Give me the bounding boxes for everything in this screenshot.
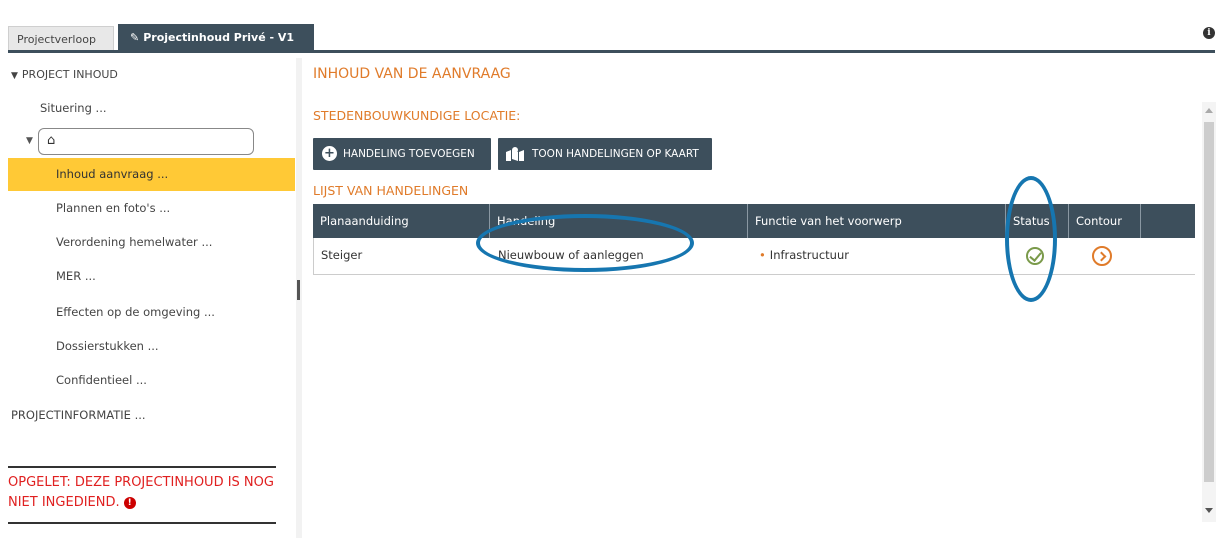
scroll-thumb[interactable]: [1204, 122, 1214, 482]
sidebar-item-projectinformatie[interactable]: PROJECTINFORMATIE ...: [11, 408, 146, 422]
vertical-scrollbar[interactable]: [1202, 102, 1216, 522]
sidebar-item-confidentieel[interactable]: Confidentieel ...: [8, 364, 295, 397]
triangle-down-icon: ▼: [11, 71, 18, 81]
splitter-grip[interactable]: [297, 280, 300, 300]
handelingen-table: Planaanduiding Handeling Functie van het…: [313, 204, 1195, 275]
chevron-right-circle-icon[interactable]: [1092, 246, 1112, 266]
sidebar-item-situering[interactable]: Situering ...: [8, 92, 295, 125]
column-header-functie[interactable]: Functie van het voorwerp: [748, 204, 1006, 238]
cell-contour: [1070, 238, 1142, 274]
sidebar-item-dossierstukken[interactable]: Dossierstukken ...: [8, 330, 295, 363]
sidebar-item-verordening[interactable]: Verordening hemelwater ...: [8, 226, 295, 259]
scroll-up-icon[interactable]: [1205, 108, 1213, 113]
annotation-ellipse-status: [1005, 176, 1057, 302]
main-content: INHOUD VAN DE AANVRAAG STEDENBOUWKUNDIGE…: [313, 58, 1216, 538]
divider: [8, 522, 276, 524]
tab-underline: [8, 50, 1215, 53]
info-icon[interactable]: i: [1203, 27, 1215, 39]
bullet-icon: •: [759, 248, 766, 262]
page-title: INHOUD VAN DE AANVRAAG: [313, 66, 511, 82]
tab-label: Projectverloop: [17, 33, 96, 46]
sidebar-item-inhoud-aanvraag[interactable]: Inhoud aanvraag ...: [8, 158, 295, 191]
table-header: Planaanduiding Handeling Functie van het…: [313, 204, 1195, 238]
section-title-location: STEDENBOUWKUNDIGE LOCATIE:: [313, 108, 521, 123]
column-header-contour[interactable]: Contour: [1069, 204, 1141, 238]
home-selector[interactable]: ⌂: [38, 128, 254, 155]
table-row[interactable]: Steiger Nieuwbouw of aanleggen • Infrastr…: [313, 238, 1195, 275]
map-marker-icon: [506, 147, 524, 161]
plus-circle-icon: +: [322, 146, 337, 161]
cell-functie: • Infrastructuur: [759, 248, 849, 262]
panel-splitter[interactable]: [296, 58, 302, 538]
sidebar-home-row[interactable]: ▼ ⌂: [8, 126, 295, 156]
tab-label: Projectinhoud Privé - V1: [143, 31, 295, 44]
home-icon: ⌂: [47, 133, 56, 148]
sidebar-item-plannen[interactable]: Plannen en foto's ...: [8, 192, 295, 225]
sidebar-item-effecten[interactable]: Effecten op de omgeving ...: [8, 296, 295, 329]
sidebar: ▼ PROJECT INHOUD Situering ... ▼ ⌂ Inhoud…: [8, 58, 296, 538]
tab-projectverloop[interactable]: Projectverloop: [8, 26, 114, 51]
triangle-down-icon: ▼: [26, 136, 33, 146]
section-title-list: LIJST VAN HANDELINGEN: [313, 183, 469, 198]
tab-bar: Projectverloop ✎ Projectinhoud Privé - V1…: [8, 24, 1215, 54]
divider: [8, 466, 276, 468]
annotation-ellipse-handeling: [476, 214, 694, 272]
add-handeling-button[interactable]: + HANDELING TOEVOEGEN: [313, 138, 491, 170]
scroll-down-icon[interactable]: [1205, 508, 1213, 513]
exclamation-icon: !: [123, 497, 136, 509]
sidebar-root-project-inhoud[interactable]: ▼ PROJECT INHOUD: [11, 68, 118, 81]
tab-projectinhoud[interactable]: ✎ Projectinhoud Privé - V1: [118, 24, 314, 52]
pencil-icon: ✎: [130, 31, 140, 44]
cell-planaanduiding: Steiger: [321, 248, 363, 262]
show-on-map-button[interactable]: TOON HANDELINGEN OP KAART: [498, 138, 712, 170]
column-header-planaanduiding[interactable]: Planaanduiding: [313, 204, 490, 238]
warning-message: OPGELET: DEZE PROJECTINHOUD IS NOG NIET …: [8, 475, 274, 510]
sidebar-item-mer[interactable]: MER ...: [8, 260, 295, 293]
